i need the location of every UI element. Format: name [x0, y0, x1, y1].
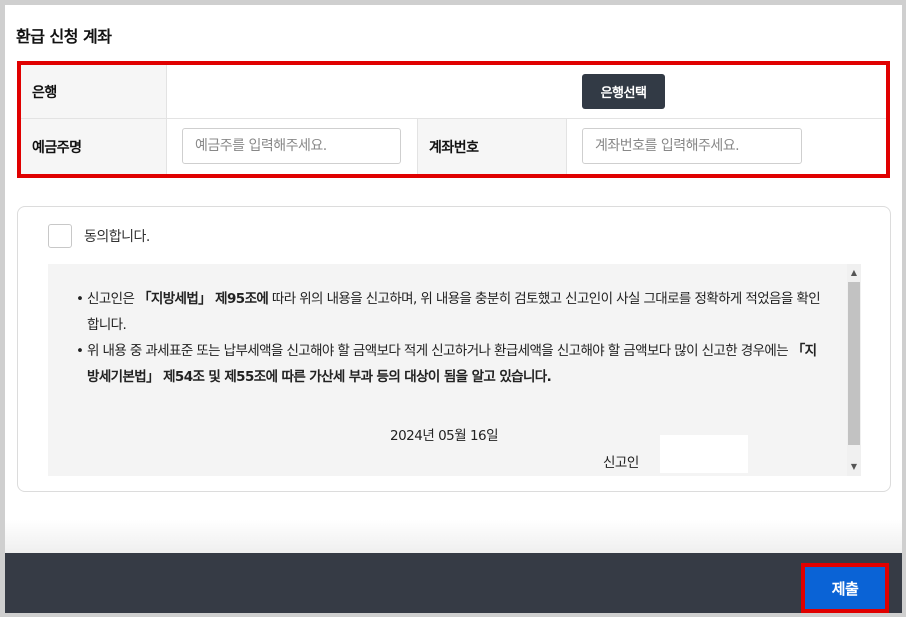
holder-number-row: 예금주명 계좌번호	[21, 119, 886, 174]
scroll-up-arrow-icon[interactable]: ▲	[847, 266, 861, 280]
reporter-label: 신고인	[603, 455, 639, 471]
scroll-down-arrow-icon[interactable]: ▼	[847, 460, 861, 474]
agree-label[interactable]: 동의합니다.	[84, 226, 150, 246]
notice-bullet-1: 신고인은 「지방세법」 제95조에 따라 위의 내용을 신고하며, 위 내용을 …	[76, 286, 826, 338]
account-number-label: 계좌번호	[417, 119, 567, 174]
report-date: 2024년 05월 16일	[390, 428, 499, 444]
footer-bar	[5, 553, 902, 613]
account-holder-input[interactable]	[182, 128, 401, 164]
section-title: 환급 신청 계좌	[16, 27, 112, 46]
page-frame: 환급 신청 계좌 은행 은행선택 예금주명 계좌번호 동의합니다. 신고인은 「…	[5, 5, 902, 613]
bank-label: 은행	[21, 65, 167, 118]
bank-row: 은행 은행선택	[21, 65, 886, 119]
agree-row[interactable]: 동의합니다.	[48, 224, 150, 248]
holder-label: 예금주명	[21, 119, 167, 174]
content-bottom-fade	[5, 520, 902, 555]
agree-checkbox[interactable]	[48, 224, 72, 248]
notice-box: 신고인은 「지방세법」 제95조에 따라 위의 내용을 신고하며, 위 내용을 …	[48, 264, 861, 476]
notice-bullet-2: 위 내용 중 과세표준 또는 납부세액을 신고해야 할 금액보다 적게 신고하거…	[76, 338, 826, 390]
account-number-input[interactable]	[582, 128, 802, 164]
submit-button[interactable]: 제출	[805, 567, 885, 609]
consent-panel: 동의합니다. 신고인은 「지방세법」 제95조에 따라 위의 내용을 신고하며,…	[17, 206, 891, 492]
account-form-highlight: 은행 은행선택 예금주명 계좌번호	[17, 61, 890, 178]
select-bank-button[interactable]: 은행선택	[582, 74, 665, 109]
reporter-signature-area	[660, 435, 748, 473]
submit-highlight: 제출	[801, 563, 889, 613]
scroll-thumb[interactable]	[848, 282, 860, 445]
notice-text: 신고인은 「지방세법」 제95조에 따라 위의 내용을 신고하며, 위 내용을 …	[76, 286, 826, 390]
notice-scrollbar[interactable]: ▲ ▼	[847, 264, 861, 476]
